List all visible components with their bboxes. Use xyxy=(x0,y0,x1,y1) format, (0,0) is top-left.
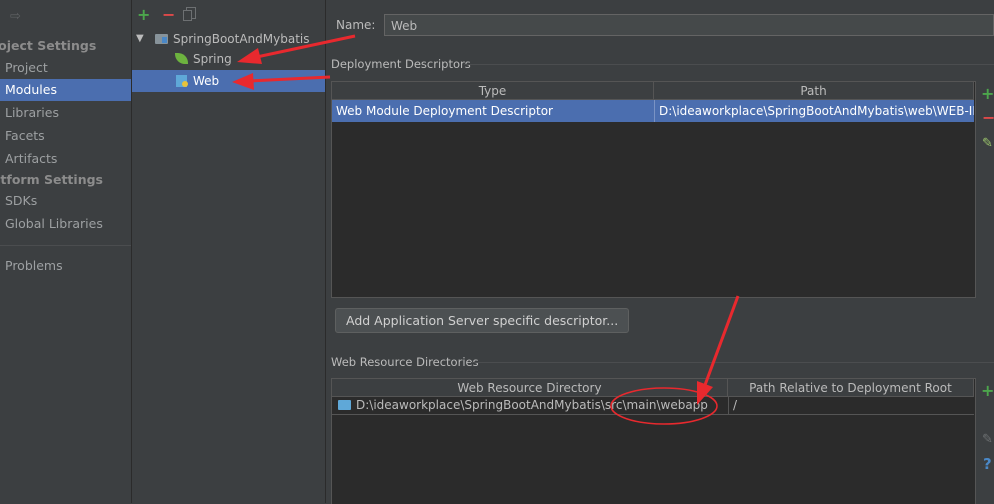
annotation-arrow-web xyxy=(249,75,331,83)
annotation-arrowhead-web xyxy=(232,73,254,90)
annotation-arrowhead-spring xyxy=(237,48,262,64)
annotation-ellipse-webapp xyxy=(610,387,718,425)
annotation-arrow-webapp xyxy=(703,295,740,386)
annotation-overlay xyxy=(232,34,740,425)
annotation-arrow-spring xyxy=(251,34,356,60)
